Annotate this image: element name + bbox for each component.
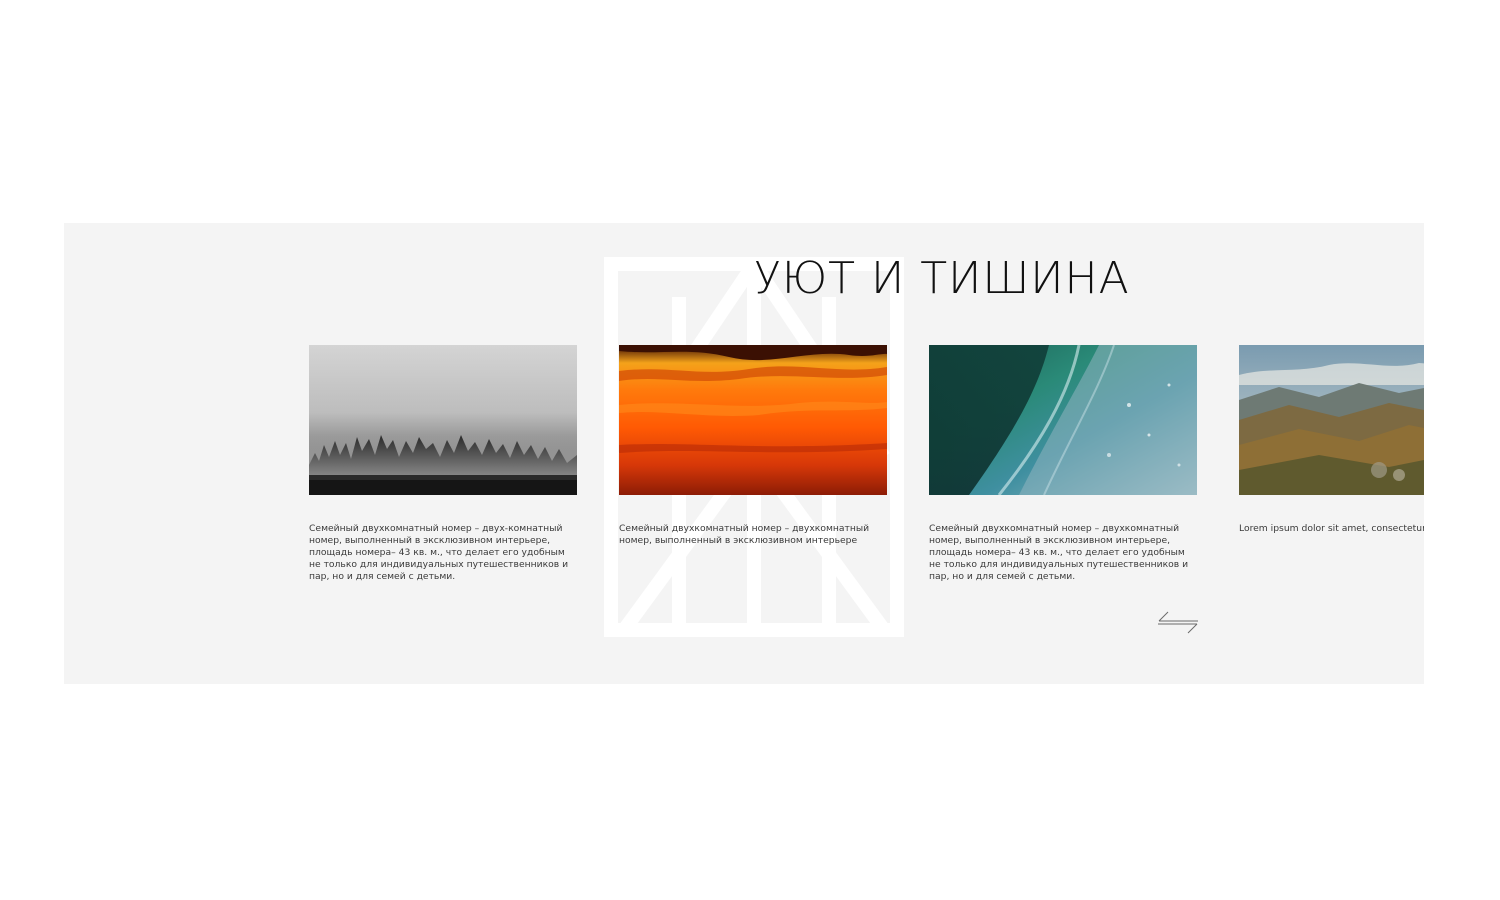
room-card[interactable]: Lorem ipsum dolor sit amet, consectetur …: [1239, 345, 1424, 535]
room-description: Семейный двухкомнатный номер – двухкомна…: [929, 523, 1189, 582]
slider-navigation: [1158, 611, 1198, 637]
section-title: УЮТ И ТИШИНА: [754, 253, 1130, 304]
ocean-wave-image: [929, 345, 1197, 495]
next-slide-button[interactable]: [1158, 622, 1198, 634]
room-description: Lorem ipsum dolor sit amet, consectetur …: [1239, 523, 1424, 534]
mountain-landscape-image: [1239, 345, 1424, 495]
foggy-forest-image: [309, 345, 577, 495]
room-card[interactable]: Семейный двухкомнатный номер – двух-комн…: [309, 345, 577, 583]
arrow-right-icon: [1158, 623, 1198, 634]
rooms-slider[interactable]: Семейный двухкомнатный номер – двух-комн…: [309, 345, 1424, 605]
room-description: Семейный двухкомнатный номер – двух-комн…: [309, 523, 569, 582]
room-card[interactable]: Семейный двухкомнатный номер – двухкомна…: [929, 345, 1197, 583]
room-card[interactable]: Семейный двухкомнатный номер – двухкомна…: [619, 345, 887, 547]
sunset-sky-image: [619, 345, 887, 495]
room-description: Семейный двухкомнатный номер – двухкомна…: [619, 523, 870, 546]
rooms-section: УЮТ И ТИШИНА Семейный двухкомнатный номе…: [64, 223, 1424, 684]
